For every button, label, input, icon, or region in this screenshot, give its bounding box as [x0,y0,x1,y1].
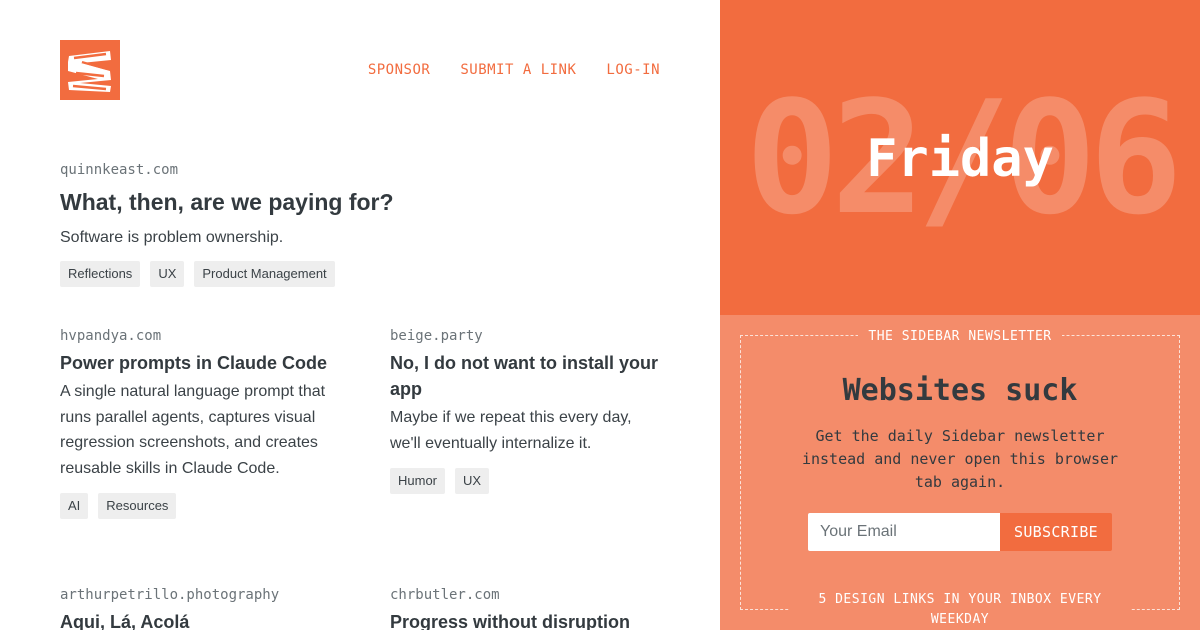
newsletter-footer: 5 DESIGN LINKS IN YOUR INBOX EVERY WEEKD… [790,590,1130,630]
nav-login-link[interactable]: LOG-IN [606,62,660,78]
nav-sponsor-link[interactable]: SPONSOR [368,62,431,78]
link-description: Maybe if we repeat this every day, we'll… [390,409,632,452]
link-card: hvpandya.com Power prompts in Claude Cod… [60,328,330,519]
email-input[interactable] [808,513,1000,551]
newsletter-label: THE SIDEBAR NEWSLETTER [858,329,1062,344]
main-content: SPONSOR SUBMIT A LINK LOG-IN quinnkeast.… [0,0,720,630]
date-banner: 02/06 Friday [720,0,1200,315]
featured-description: Software is problem ownership. [60,229,284,246]
nav-submit-link[interactable]: SUBMIT A LINK [460,62,576,78]
link-tags: Humor UX [390,468,660,494]
logo-icon [68,51,111,92]
tag[interactable]: UX [455,468,490,494]
newsletter-form: SUBSCRIBE [808,513,1112,551]
link-domain[interactable]: hvpandya.com [60,328,330,344]
link-title[interactable]: No, I do not want to install your app [390,350,660,402]
link-card: chrbutler.com Progress without disruptio… [390,587,660,630]
subscribe-button[interactable]: SUBSCRIBE [1000,513,1112,551]
link-title[interactable]: Aqui, Lá, Acolá [60,609,330,630]
link-title[interactable]: Power prompts in Claude Code [60,350,330,376]
tag[interactable]: Product Management [194,261,335,287]
featured-domain[interactable]: quinnkeast.com [60,162,660,178]
link-domain[interactable]: arthurpetrillo.photography [60,587,330,603]
link-tags: AI Resources [60,493,330,519]
featured-link: quinnkeast.com What, then, are we paying… [60,162,660,287]
newsletter-label-wrap: THE SIDEBAR NEWSLETTER [720,327,1200,345]
link-title[interactable]: Progress without disruption [390,609,660,630]
tag[interactable]: UX [150,261,185,287]
featured-tags: Reflections UX Product Management [60,261,660,287]
link-card: arthurpetrillo.photography Aqui, Lá, Aco… [60,587,330,630]
top-nav: SPONSOR SUBMIT A LINK LOG-IN [368,62,660,78]
link-domain[interactable]: beige.party [390,328,660,344]
sidebar-panel: 02/06 Friday THE SIDEBAR NEWSLETTER Webs… [720,0,1200,630]
newsletter-box: THE SIDEBAR NEWSLETTER Websites suck Get… [720,315,1200,630]
tag[interactable]: AI [60,493,89,519]
link-description: A single natural language prompt that ru… [60,383,326,477]
tag[interactable]: Reflections [60,261,141,287]
newsletter-description: Get the daily Sidebar newsletter instead… [801,427,1119,491]
tag[interactable]: Resources [98,493,177,519]
tag[interactable]: Humor [390,468,446,494]
link-card: beige.party No, I do not want to install… [390,328,660,494]
link-domain[interactable]: chrbutler.com [390,587,660,603]
sidebar-logo[interactable] [60,40,120,100]
newsletter-heading: Websites suck [842,373,1078,408]
featured-title[interactable]: What, then, are we paying for? [60,187,660,217]
date-weekday: Friday [866,129,1054,189]
